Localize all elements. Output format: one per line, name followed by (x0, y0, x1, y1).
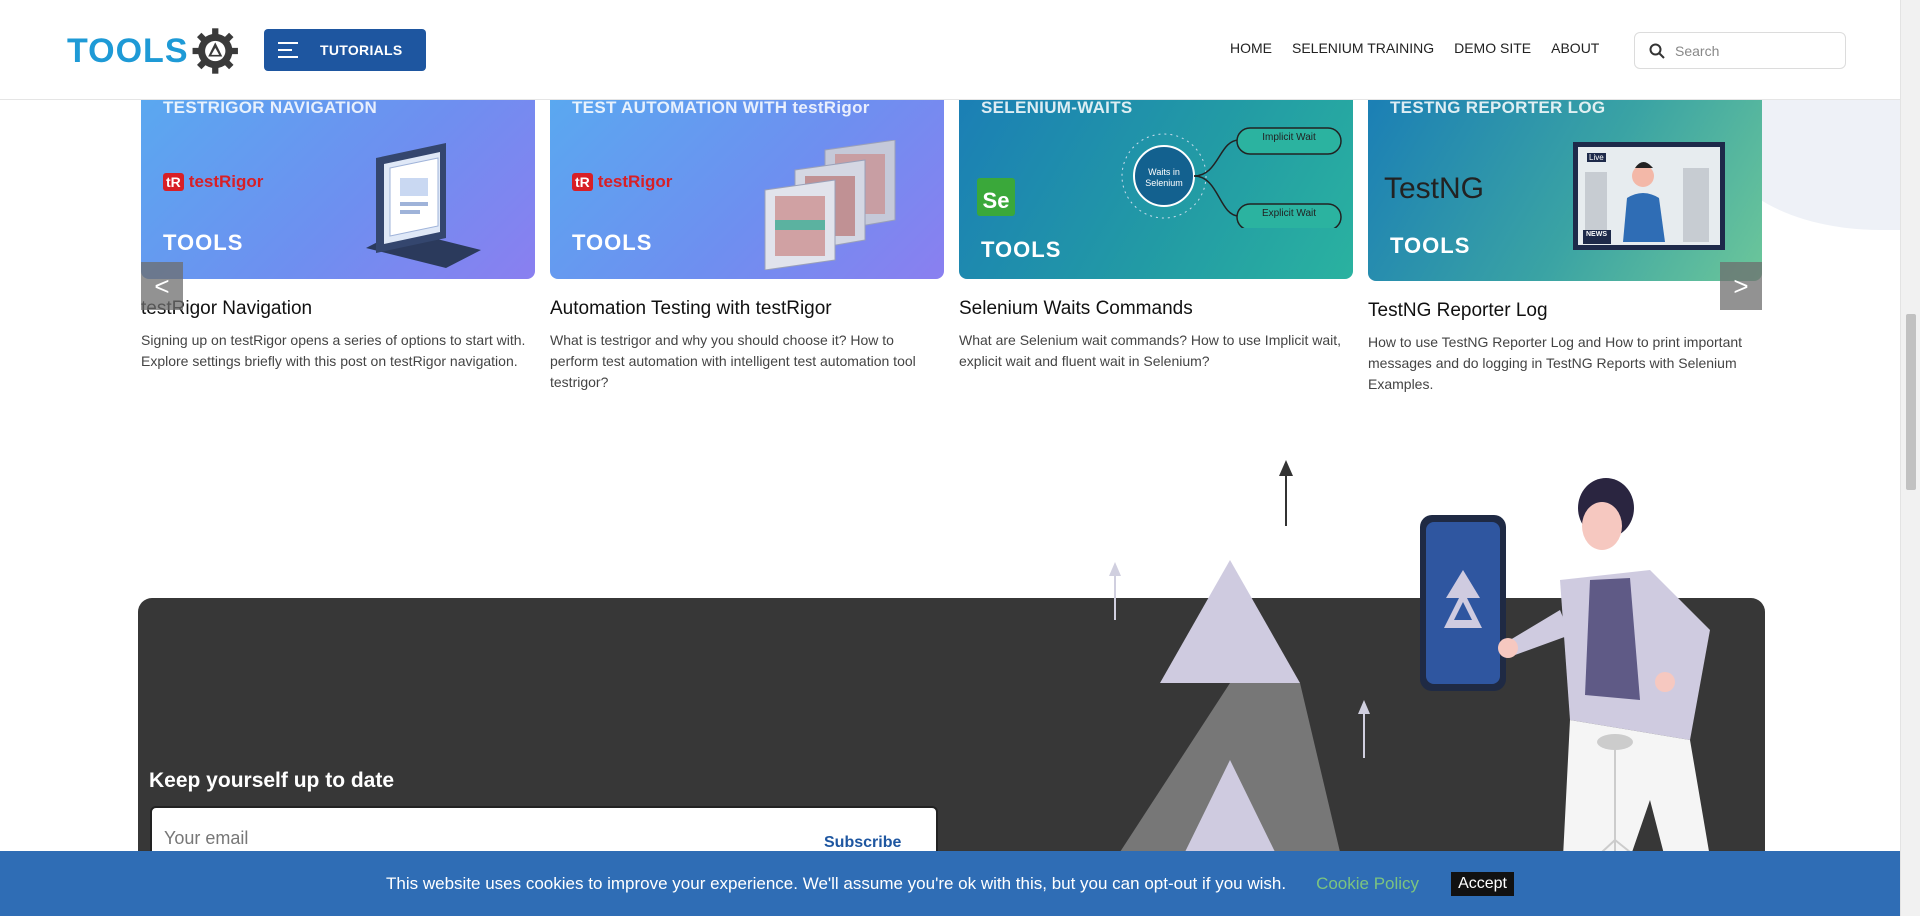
article-carousel: TESTRIGOR NAVIGATION tR testRigor TOOLS t… (141, 100, 1763, 400)
live-badge: Live (1587, 153, 1606, 162)
article-card[interactable]: TESTNG REPORTER LOG TestNG TOOLS Live NE… (1368, 100, 1762, 395)
search-icon (1649, 43, 1665, 59)
nav-about[interactable]: ABOUT (1551, 40, 1599, 56)
toolsqa-watermark: TOOLS (572, 230, 653, 255)
card-thumbnail[interactable]: TESTNG REPORTER LOG TestNG TOOLS Live NE… (1368, 100, 1762, 281)
toolsqa-watermark: TOOLS (1390, 233, 1471, 258)
cookie-message: This website uses cookies to improve you… (386, 873, 1287, 893)
selenium-logo: Se (977, 178, 1015, 216)
tutorials-button[interactable]: TUTORIALS (264, 29, 426, 71)
person-with-phone-illustration (1109, 460, 1720, 916)
article-card[interactable]: SELENIUM-WAITS Se TOOLS Waits in Seleniu… (959, 100, 1353, 372)
scrollbar-thumb[interactable] (1906, 314, 1916, 490)
email-input[interactable] (164, 828, 764, 849)
carousel-prev-button[interactable]: < (141, 262, 183, 310)
news-label: NEWS (1586, 231, 1607, 238)
logo-text: TOOLS (67, 31, 189, 70)
cookie-policy-link[interactable]: Cookie Policy (1316, 874, 1419, 894)
search-input[interactable] (1675, 42, 1835, 59)
card-thumbnail[interactable]: TEST AUTOMATION WITH testRigor tR testRig… (550, 100, 944, 279)
subscribe-button[interactable]: Subscribe (824, 834, 901, 852)
carousel-next-button[interactable]: > (1720, 262, 1762, 310)
testng-logo: TestNG (1384, 172, 1485, 205)
newsletter-title: Keep yourself up to date (149, 769, 395, 792)
laptop-illustration (366, 143, 481, 268)
accept-cookies-button[interactable]: Accept (1451, 871, 1514, 896)
card-thumbnail[interactable]: SELENIUM-WAITS Se TOOLS Waits in Seleniu… (959, 100, 1353, 279)
tutorials-label: TUTORIALS (320, 42, 403, 58)
card-title[interactable]: testRigor Navigation (141, 298, 535, 320)
thumbnail-title: SELENIUM-WAITS (981, 100, 1133, 117)
nav-home[interactable]: HOME (1230, 40, 1272, 56)
testrigor-logo: tR testRigor (572, 172, 672, 192)
thumbnail-title: TESTRIGOR NAVIGATION (163, 100, 378, 117)
main-nav: HOME SELENIUM TRAINING DEMO SITE ABOUT (1230, 40, 1619, 56)
thumbnail-title: TEST AUTOMATION WITH testRigor (572, 100, 870, 117)
nav-selenium-training[interactable]: SELENIUM TRAINING (1292, 40, 1434, 56)
card-description: Signing up on testRigor opens a series o… (141, 332, 526, 369)
testrigor-logo: tR testRigor (163, 172, 263, 192)
toolsqa-logo[interactable]: TOOLS (67, 18, 239, 84)
card-description: How to use TestNG Reporter Log and How t… (1368, 334, 1743, 392)
card-title[interactable]: Automation Testing with testRigor (550, 298, 944, 320)
search-box[interactable] (1634, 32, 1846, 69)
card-description: What are Selenium wait commands? How to … (959, 332, 1342, 369)
article-card[interactable]: TESTRIGOR NAVIGATION tR testRigor TOOLS t… (141, 100, 535, 372)
card-title[interactable]: TestNG Reporter Log (1368, 300, 1762, 322)
gear-logo-icon (192, 28, 238, 74)
thumbnail-title: TESTNG REPORTER LOG (1390, 100, 1606, 117)
card-title[interactable]: Selenium Waits Commands (959, 298, 1353, 320)
screens-illustration (764, 140, 896, 270)
diagram-bottom-label: Explicit Wait (1261, 208, 1317, 219)
cookie-consent-bar: This website uses cookies to improve you… (0, 851, 1900, 916)
toolsqa-watermark: TOOLS (163, 230, 244, 255)
diagram-center-label: Waits in Selenium (1145, 167, 1183, 188)
diagram-top-label: Implicit Wait (1262, 132, 1316, 143)
toolsqa-watermark: TOOLS (981, 237, 1062, 262)
article-card[interactable]: TEST AUTOMATION WITH testRigor tR testRig… (550, 100, 944, 393)
site-header: TOOLS TUTORIALS HOME SELENIUM TRAINING D… (0, 0, 1900, 100)
page-scrollbar[interactable] (1900, 0, 1920, 916)
card-thumbnail[interactable]: TESTRIGOR NAVIGATION tR testRigor TOOLS (141, 100, 535, 279)
hamburger-menu-icon (278, 42, 298, 58)
nav-demo-site[interactable]: DEMO SITE (1454, 40, 1531, 56)
card-description: What is testrigor and why you should cho… (550, 332, 916, 390)
